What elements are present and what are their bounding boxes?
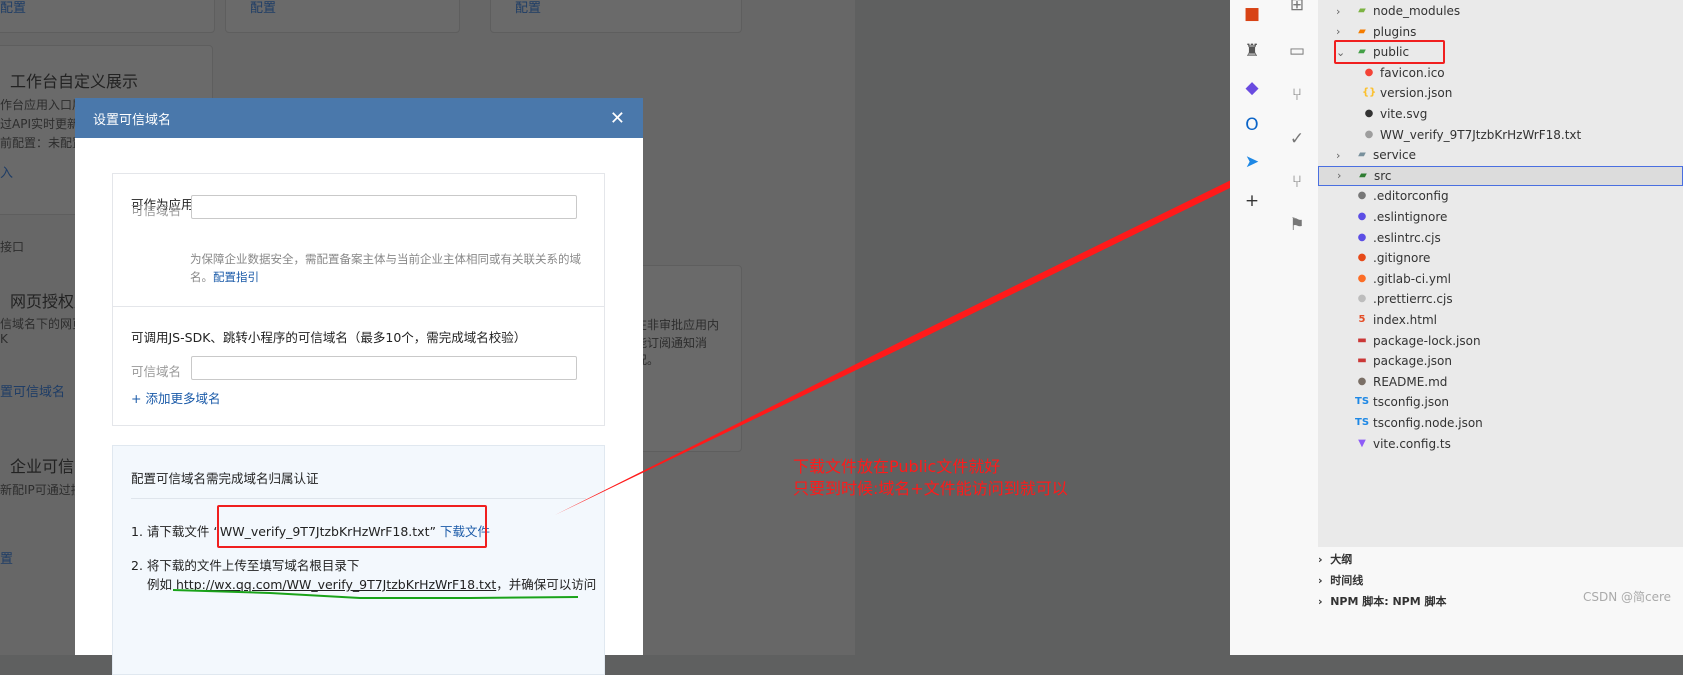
send-icon[interactable]: ➤ (1241, 151, 1263, 173)
add-icon[interactable]: + (1241, 190, 1263, 212)
tree-item-label: favicon.ico (1380, 65, 1445, 80)
note-line: 只要到时候:域名+文件能访问到就可以 (793, 479, 1068, 498)
html-icon: 5 (1358, 314, 1366, 325)
npm-icon: ▬ (1357, 355, 1367, 367)
tree-item[interactable]: TS tsconfig.json (1318, 392, 1683, 412)
tree-item[interactable]: TS tsconfig.node.json (1318, 413, 1683, 433)
chevron-right-icon: › (1318, 553, 1331, 566)
tree-item[interactable]: ▬ package-lock.json (1318, 331, 1683, 351)
remote-explorer-icon[interactable]: ▭ (1286, 40, 1308, 62)
tree-item[interactable]: ● WW_verify_9T7JtzbKrHzWrF18.txt (1318, 125, 1683, 145)
app-sidebar: ■ ♜ ◆ O ➤ + (1230, 0, 1275, 655)
text-file-icon: ● (1364, 128, 1374, 140)
tree-item-label: .eslintignore (1373, 210, 1448, 224)
source-control-icon[interactable]: ⑂ (1286, 84, 1308, 106)
npm-icon: ▬ (1357, 334, 1367, 346)
testing-icon[interactable]: ✓ (1286, 128, 1308, 150)
tree-item-label: package.json (1373, 354, 1453, 369)
toolbox-icon[interactable]: ■ (1241, 3, 1263, 25)
section-label: 时间线 (1330, 574, 1364, 587)
src-folder-icon: ▰ (1359, 169, 1367, 181)
tree-item-label: src (1374, 168, 1392, 183)
git-graph-icon[interactable]: ⑂ (1286, 171, 1308, 193)
tree-item-label: vite.config.ts (1373, 436, 1451, 451)
tree-item[interactable]: ● vite.svg (1318, 104, 1683, 124)
note-line: 下载文件放在Public文件就好 (793, 457, 1001, 476)
editorconfig-icon: ● (1357, 190, 1367, 202)
green-underline (172, 589, 579, 599)
watermark: CSDN @简cere (1583, 590, 1672, 604)
annotation-note: 下载文件放在Public文件就好 只要到时候:域名+文件能访问到就可以 (793, 456, 1068, 500)
tree-item-label: vite.svg (1380, 107, 1428, 121)
gitlab-icon: ● (1357, 272, 1367, 284)
section-timeline[interactable]: › 时间线 (1318, 572, 1363, 588)
tree-item-label: version.json (1380, 86, 1453, 101)
git-icon: ● (1357, 252, 1367, 264)
tree-item[interactable]: ● .gitlab-ci.yml (1318, 269, 1683, 289)
eslint-icon: ● (1357, 211, 1367, 222)
tree-item-label: WW_verify_9T7JtzbKrHzWrF18.txt (1380, 127, 1582, 142)
tree-item-label: package-lock.json (1373, 333, 1481, 348)
typescript-icon: TS (1355, 396, 1370, 408)
tree-item-label: README.md (1373, 374, 1448, 389)
svg-icon: ● (1364, 108, 1374, 119)
tree-item-label: .editorconfig (1373, 189, 1449, 204)
tree-item-label: index.html (1373, 313, 1437, 327)
json-icon: {} (1362, 87, 1377, 99)
service-folder-icon: ▰ (1358, 149, 1366, 161)
plugin-folder-icon: ▰ (1358, 25, 1366, 37)
tree-item[interactable]: ● .gitignore (1318, 248, 1683, 268)
tree-item[interactable]: › ▰ plugins (1318, 22, 1683, 42)
tree-item[interactable]: ● favicon.ico (1318, 63, 1683, 83)
tree-item[interactable]: ● README.md (1318, 372, 1683, 392)
chevron-right-icon: › (1337, 169, 1342, 183)
copilot-icon[interactable]: ◆ (1241, 77, 1263, 99)
chevron-right-icon: › (1318, 574, 1331, 587)
tree-item[interactable]: › ▰ service (1318, 145, 1683, 165)
file-explorer: › ▰ node_modules › ▰ plugins ⌄ ▰ public ● favicon.… (1318, 0, 1683, 547)
tree-item[interactable]: ● .eslintignore (1318, 207, 1683, 227)
tree-item[interactable]: › ▰ node_modules (1318, 1, 1683, 21)
tree-item[interactable]: ● .editorconfig (1318, 186, 1683, 206)
tree-item[interactable]: {} version.json (1318, 83, 1683, 103)
tree-item-label: plugins (1373, 24, 1417, 39)
tree-item-label: node_modules (1373, 4, 1461, 18)
tree-item-label: tsconfig.node.json (1373, 416, 1483, 430)
tree-item[interactable]: ▬ package.json (1318, 351, 1683, 371)
section-label: 大纲 (1330, 553, 1353, 566)
activity-bar: ⊞ ▭ ⑂ ✓ ⑂ ⚑ (1275, 0, 1318, 655)
eslint-icon: ● (1357, 231, 1367, 243)
markdown-icon: ● (1357, 375, 1367, 387)
tree-item[interactable]: ● .eslintrc.cjs (1318, 228, 1683, 248)
tree-item[interactable]: ▼ vite.config.ts (1318, 434, 1683, 454)
outlook-icon[interactable]: O (1241, 114, 1263, 136)
prettier-icon: ● (1357, 293, 1367, 305)
tree-item-label: .prettierrc.cjs (1373, 292, 1453, 307)
tree-item[interactable]: › ▰ src (1318, 165, 1683, 186)
node-folder-icon: ▰ (1358, 5, 1366, 16)
section-label: NPM 脚本: NPM 脚本 (1330, 595, 1447, 608)
vite-icon: ▼ (1358, 437, 1366, 449)
tree-item-label: service (1373, 148, 1416, 163)
chevron-right-icon: › (1336, 25, 1341, 39)
tree-item-label: .eslintrc.cjs (1373, 230, 1441, 245)
typescript-icon: TS (1355, 417, 1370, 428)
chevron-right-icon: › (1336, 148, 1341, 162)
chess-icon[interactable]: ♜ (1241, 40, 1263, 62)
tree-item-label: .gitignore (1373, 251, 1431, 266)
section-outline[interactable]: › 大纲 (1318, 551, 1352, 567)
bookmark-icon[interactable]: ⚑ (1286, 214, 1308, 236)
chevron-right-icon: › (1318, 595, 1331, 608)
extensions-icon[interactable]: ⊞ (1286, 0, 1308, 16)
tree-item-label: tsconfig.json (1373, 395, 1450, 410)
tree-item-label: .gitlab-ci.yml (1373, 271, 1451, 286)
favicon-icon: ● (1364, 66, 1374, 78)
section-npm-scripts[interactable]: › NPM 脚本: NPM 脚本 (1318, 593, 1447, 609)
highlight-box-public (1334, 40, 1445, 64)
tree-item[interactable]: 5 index.html (1318, 310, 1683, 330)
chevron-right-icon: › (1336, 4, 1341, 18)
tree-item[interactable]: ● .prettierrc.cjs (1318, 289, 1683, 309)
